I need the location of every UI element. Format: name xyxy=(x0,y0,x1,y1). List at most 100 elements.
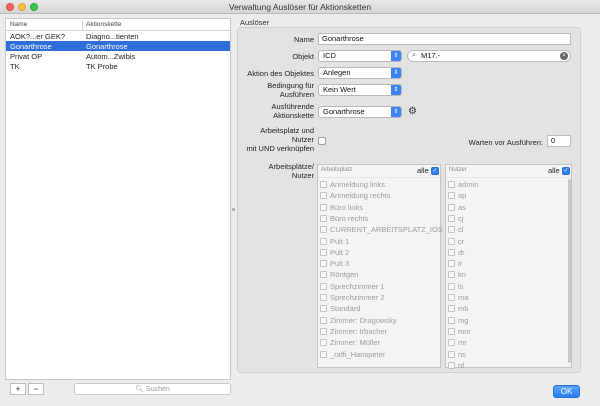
item-checkbox[interactable] xyxy=(448,282,455,290)
item-checkbox[interactable] xyxy=(320,203,327,211)
nutzer-item[interactable]: cj xyxy=(448,214,564,224)
nutzer-item[interactable]: cr xyxy=(448,237,564,247)
bedingung-value: Kein Wert xyxy=(323,85,356,94)
item-checkbox[interactable] xyxy=(448,237,455,245)
item-checkbox[interactable] xyxy=(320,181,327,188)
item-checkbox[interactable] xyxy=(320,237,327,245)
nutzer-item[interactable]: ls xyxy=(448,282,564,292)
und-checkbox[interactable] xyxy=(318,137,326,145)
clear-icon[interactable]: × xyxy=(560,52,568,60)
objekt-search-field[interactable]: ⌕ M17.- × xyxy=(407,50,571,62)
arbeitsplatz-item[interactable]: Anmeldung rechts xyxy=(320,191,438,201)
trigger-row-chain: Diagno...tienten xyxy=(86,32,139,41)
item-checkbox[interactable] xyxy=(320,226,327,234)
trigger-row[interactable]: TK TK Probe xyxy=(6,61,230,71)
trigger-row[interactable]: AOK?...er GEK? Diagno...tienten xyxy=(6,31,230,41)
item-checkbox[interactable] xyxy=(320,260,327,268)
arbeitsplatz-item[interactable]: _raffi_Hanspeter xyxy=(320,350,438,360)
arbeitsplatz-list[interactable]: Arbeitsplatz alle ✓ Anmeldung links Anmel… xyxy=(317,164,443,368)
nutzer-item[interactable]: mm xyxy=(448,327,564,337)
item-checkbox[interactable] xyxy=(320,214,327,222)
item-checkbox[interactable] xyxy=(448,181,455,188)
item-checkbox[interactable] xyxy=(448,214,455,222)
ok-button[interactable]: OK xyxy=(553,385,580,398)
arbeitsplatz-item[interactable]: Anmeldung links xyxy=(320,180,438,190)
arbeitsplatz-item[interactable]: Sprechzimmer 1 xyxy=(320,282,438,292)
item-checkbox[interactable] xyxy=(320,294,327,301)
item-checkbox[interactable] xyxy=(320,316,327,324)
name-field[interactable]: Gonarthrose xyxy=(318,33,571,45)
arbeitsplatz-item[interactable]: Zimmer: Müller xyxy=(320,338,438,348)
nutzer-item[interactable]: ir xyxy=(448,259,564,269)
arbeitsplatz-item[interactable]: Pult 2 xyxy=(320,248,438,258)
item-label: ir xyxy=(458,259,463,269)
nutzer-item[interactable]: mg xyxy=(448,316,564,326)
arbeitsplatz-alle-checkbox[interactable]: ✓ xyxy=(431,167,439,175)
nutzer-item[interactable]: kn xyxy=(448,270,564,280)
remove-trigger-button[interactable]: − xyxy=(28,383,44,395)
warten-field[interactable]: 0 xyxy=(547,135,571,147)
gear-icon[interactable]: ⚙ xyxy=(408,106,417,117)
arbeitsplatz-item[interactable]: Sprechzimmer 2 xyxy=(320,293,438,303)
aktion-popup[interactable]: Anlegen ⇕ xyxy=(318,67,402,79)
arbeitsplatz-item[interactable]: Pult 3 xyxy=(320,259,438,269)
item-checkbox[interactable] xyxy=(448,316,455,324)
item-checkbox[interactable] xyxy=(448,260,455,268)
item-checkbox[interactable] xyxy=(448,248,455,256)
arbeitsplatz-item[interactable]: Zimmer: Dragowsky xyxy=(320,316,438,326)
nutzer-item[interactable]: dr xyxy=(448,248,564,258)
nutzer-item[interactable]: ns xyxy=(448,350,564,360)
nutzer-item[interactable]: ma xyxy=(448,293,564,303)
nutzer-item[interactable]: cl xyxy=(448,225,564,235)
item-checkbox[interactable] xyxy=(448,203,455,211)
nutzer-alle-checkbox[interactable]: ✓ xyxy=(562,167,570,175)
item-checkbox[interactable] xyxy=(320,282,327,290)
item-checkbox[interactable] xyxy=(448,339,455,347)
item-checkbox[interactable] xyxy=(448,226,455,234)
item-checkbox[interactable] xyxy=(448,361,455,369)
arbeitsplatz-item[interactable]: Büro rechts xyxy=(320,214,438,224)
item-checkbox[interactable] xyxy=(320,350,327,358)
arbeitsplatz-item[interactable]: CURRENT_ARBEITSPLATZ_IOS xyxy=(320,225,443,235)
kette-popup[interactable]: Gonarthrose ⇕ xyxy=(318,106,402,118)
arbeitsplatz-item[interactable]: Pult 1 xyxy=(320,237,438,247)
item-label: Sprechzimmer 1 xyxy=(330,281,385,291)
kette-label-line2: Aktionskette xyxy=(273,111,314,120)
nutzer-item[interactable]: nf xyxy=(448,361,564,371)
item-checkbox[interactable] xyxy=(320,248,327,256)
column-separator xyxy=(82,20,83,30)
item-checkbox[interactable] xyxy=(320,271,327,279)
add-trigger-button[interactable]: + xyxy=(10,383,26,395)
nutzer-item[interactable]: ap xyxy=(448,191,564,201)
warten-label: Warten vor Ausführen: xyxy=(468,138,543,147)
trigger-search-input[interactable]: 🔍︎ Suchen xyxy=(74,383,231,395)
item-checkbox[interactable] xyxy=(448,294,455,301)
nutzer-item[interactable]: admin xyxy=(448,180,564,190)
item-checkbox[interactable] xyxy=(448,327,455,335)
item-checkbox[interactable] xyxy=(448,192,455,200)
arbeitsplatz-item[interactable]: Büro links xyxy=(320,203,438,213)
trigger-row[interactable]: Privat OP Autom...Zwibis xyxy=(6,51,230,61)
item-checkbox[interactable] xyxy=(448,350,455,358)
split-view-divider[interactable] xyxy=(232,208,235,211)
item-checkbox[interactable] xyxy=(320,305,327,313)
item-checkbox[interactable] xyxy=(448,271,455,279)
nutzer-item[interactable]: as xyxy=(448,203,564,213)
nutzer-item[interactable]: mb xyxy=(448,304,564,314)
bedingung-popup[interactable]: Kein Wert ⇕ xyxy=(318,84,402,96)
item-checkbox[interactable] xyxy=(320,192,327,200)
nutzer-scrollbar[interactable] xyxy=(568,179,571,363)
trigger-row[interactable]: Gonarthrose Gonarthrose xyxy=(6,41,230,51)
nutzer-list[interactable]: Nutzer alle ✓ admin ap as cj cl cr dr ir kn ls ma m… xyxy=(445,164,572,371)
item-checkbox[interactable] xyxy=(448,305,455,313)
arbeitsplatz-item[interactable]: Röntgen xyxy=(320,270,438,280)
trigger-list[interactable]: Name Aktionskette AOK?...er GEK? Diagno..… xyxy=(5,18,231,380)
objekt-type-popup[interactable]: ICD ⇕ xyxy=(318,50,402,62)
column-header-name[interactable]: Name xyxy=(10,21,27,28)
column-header-aktionskette[interactable]: Aktionskette xyxy=(86,21,121,28)
item-checkbox[interactable] xyxy=(320,327,327,335)
arbeitsplatz-item[interactable]: Zimmer: Irbacher xyxy=(320,327,438,337)
nutzer-item[interactable]: mr xyxy=(448,338,564,348)
arbeitsplatz-item[interactable]: Standard xyxy=(320,304,438,314)
item-checkbox[interactable] xyxy=(320,339,327,347)
